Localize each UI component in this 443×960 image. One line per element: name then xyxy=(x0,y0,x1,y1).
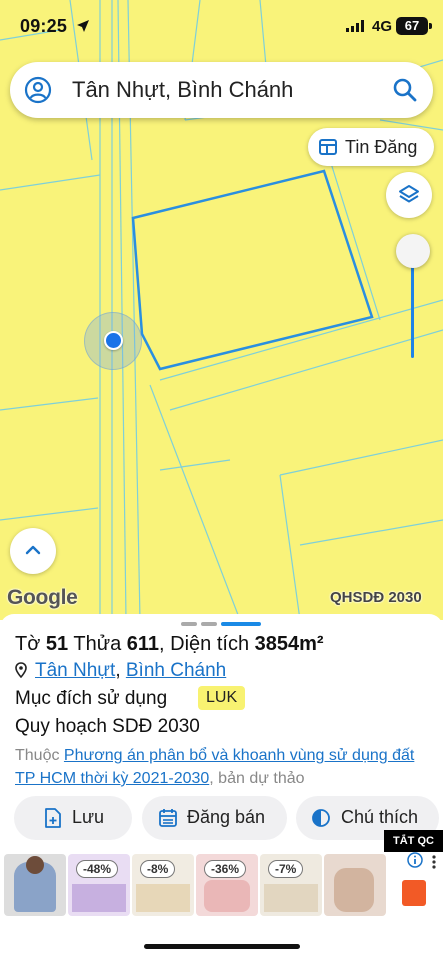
discount-badge: -8% xyxy=(140,860,176,878)
home-indicator[interactable] xyxy=(144,944,300,949)
battery-icon: 67 xyxy=(396,17,432,35)
calendar-icon xyxy=(159,809,177,827)
parcel-location: Tân Nhựt, Bình Chánh xyxy=(15,660,226,682)
search-query[interactable]: Tân Nhựt, Bình Chánh xyxy=(72,77,293,103)
user-icon[interactable] xyxy=(24,76,52,104)
more-options-icon[interactable] xyxy=(430,854,438,870)
layers-button[interactable] xyxy=(386,172,432,218)
discount-badge: -7% xyxy=(268,860,304,878)
add-file-icon xyxy=(45,808,61,828)
land-use-purpose-label: Mục đích sử dụng xyxy=(15,688,168,709)
parcel-title: Tờ 51 Thửa 611, Diện tích 3854m² xyxy=(15,633,324,655)
signal-icon xyxy=(346,20,364,32)
ad-product-image[interactable]: -8% xyxy=(132,854,194,916)
listings-icon xyxy=(319,139,337,155)
search-bar[interactable]: Tân Nhựt, Bình Chánh xyxy=(10,62,433,118)
planning-source: Thuộc Phương án phân bổ và khoanh vùng s… xyxy=(15,747,415,787)
ad-info-icon[interactable] xyxy=(407,852,423,868)
ad-banner[interactable]: -48% -8% -36% -7% xyxy=(0,852,443,918)
ward-link[interactable]: Tân Nhựt xyxy=(35,660,115,681)
map-layer-label: QHSDĐ 2030 xyxy=(330,589,422,606)
post-for-sale-label: Đăng bán xyxy=(187,807,266,827)
opacity-slider-thumb[interactable] xyxy=(396,234,430,268)
listings-button[interactable]: Tin Đăng xyxy=(308,128,434,166)
discount-badge: -36% xyxy=(204,860,247,878)
ad-product-image[interactable]: -7% xyxy=(260,854,322,916)
current-location-dot xyxy=(104,331,123,350)
legend-label: Chú thích xyxy=(341,807,419,827)
land-use-code-badge: LUK xyxy=(198,686,246,710)
map-pin-icon xyxy=(15,662,27,678)
post-for-sale-button[interactable]: Đăng bán xyxy=(142,796,287,840)
google-logo: Google xyxy=(7,586,78,609)
status-bar: 09:25 4G 67 xyxy=(0,0,443,56)
expand-up-button[interactable] xyxy=(10,528,56,574)
ad-product-image[interactable] xyxy=(4,854,66,916)
save-button[interactable]: Lưu xyxy=(14,796,132,840)
district-link[interactable]: Bình Chánh xyxy=(126,660,226,681)
status-time: 09:25 xyxy=(20,16,68,36)
location-arrow-icon xyxy=(77,20,89,32)
ad-product-image[interactable] xyxy=(324,854,386,916)
close-ads-button[interactable]: TẮT QC xyxy=(384,830,443,852)
search-icon[interactable] xyxy=(392,77,418,103)
layers-icon xyxy=(399,185,419,203)
save-label: Lưu xyxy=(72,807,105,827)
planning-label: Quy hoạch SDĐ 2030 xyxy=(15,716,200,737)
network-type: 4G xyxy=(372,18,393,35)
contrast-icon xyxy=(312,809,330,827)
ad-product-image[interactable]: -48% xyxy=(68,854,130,916)
discount-badge: -48% xyxy=(76,860,119,878)
listings-label: Tin Đăng xyxy=(345,137,418,157)
chevron-up-icon xyxy=(25,545,41,555)
ad-product-image[interactable]: -36% xyxy=(196,854,258,916)
